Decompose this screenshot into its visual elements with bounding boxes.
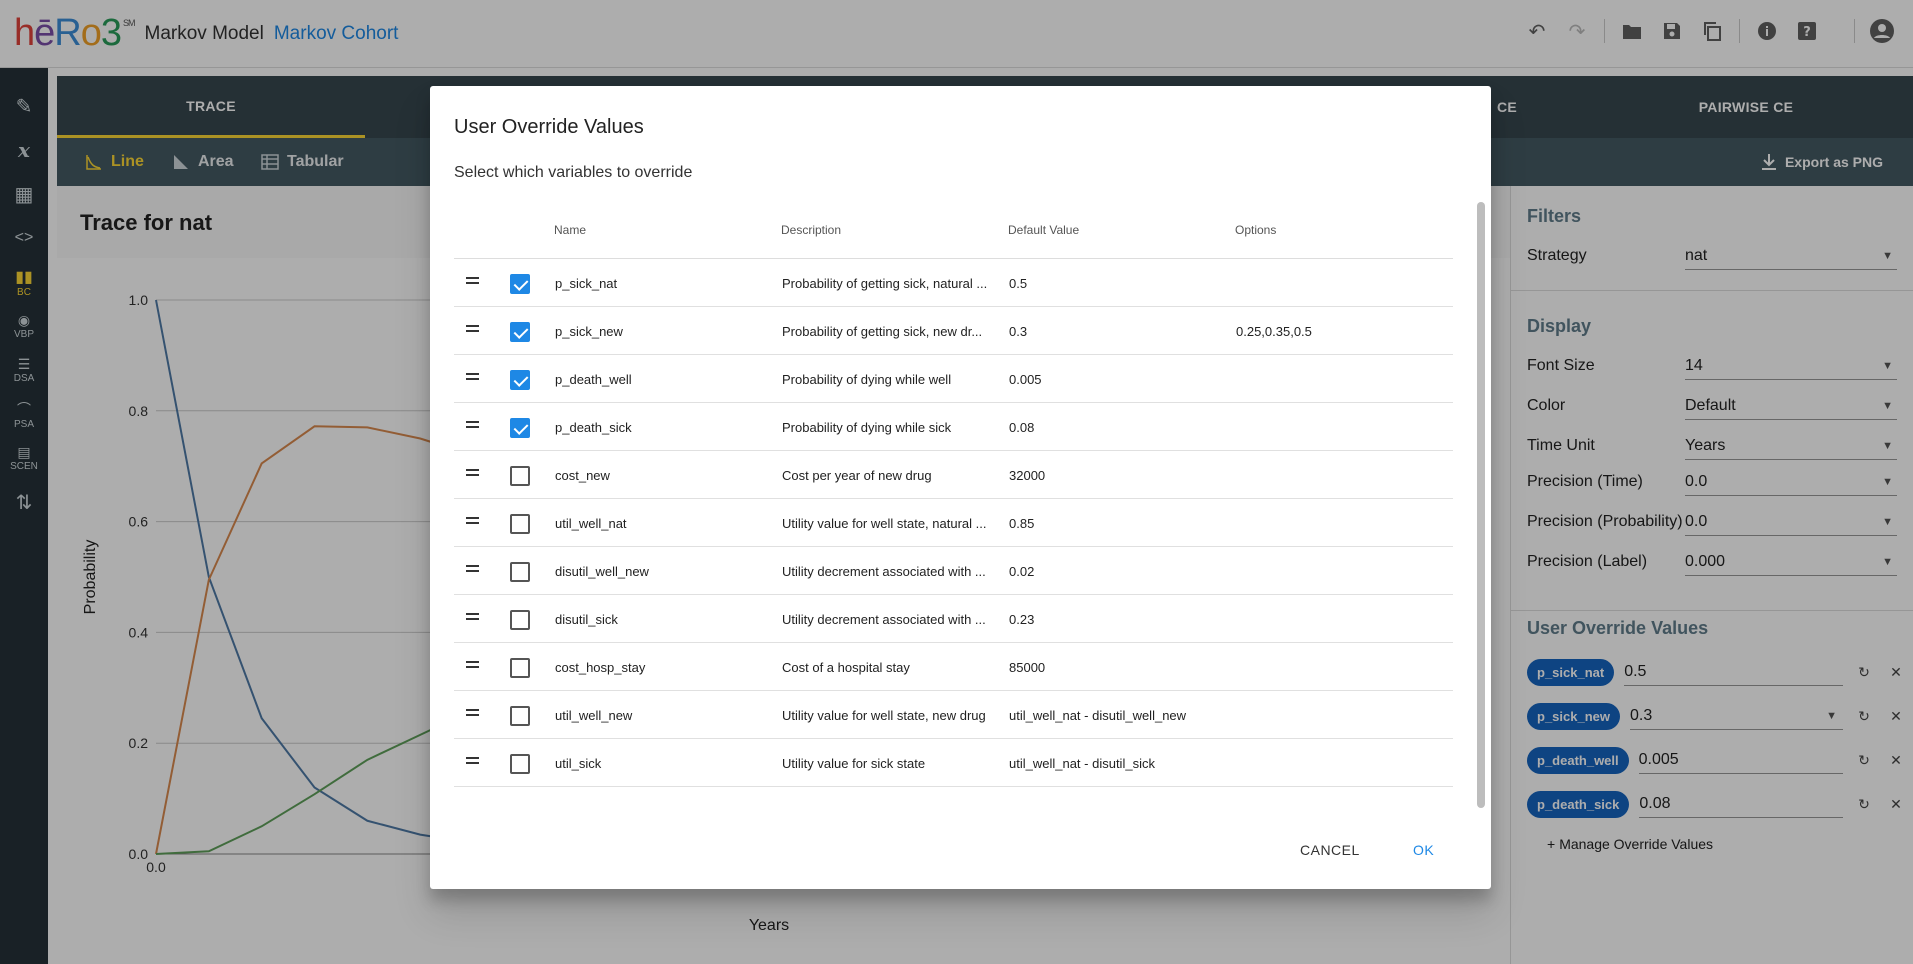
drag-handle-icon[interactable] [466, 369, 480, 385]
variable-name: disutil_sick [555, 611, 618, 627]
variable-name: util_well_new [555, 707, 633, 723]
table-row[interactable]: p_sick_nat Probability of getting sick, n… [454, 259, 1453, 307]
variable-name: cost_new [555, 467, 610, 483]
variable-name: disutil_well_new [555, 563, 649, 579]
table-row[interactable]: p_death_sick Probability of dying while s… [454, 403, 1453, 451]
dialog-subtitle: Select which variables to override [454, 164, 693, 181]
variable-description: Utility value for well state, new drug [782, 707, 986, 723]
row-checkbox[interactable] [510, 466, 530, 486]
variable-options [1236, 739, 1446, 787]
variable-options [1236, 355, 1446, 403]
table-row[interactable]: cost_new Cost per year of new drug 32000 [454, 451, 1453, 499]
variable-name: util_sick [555, 755, 602, 771]
variable-default-value: 0.3 [1009, 323, 1028, 339]
variable-default-value: 0.85 [1009, 515, 1035, 531]
cancel-button[interactable]: CANCEL [1300, 842, 1360, 858]
table-row[interactable]: util_well_new Utility value for well stat… [454, 691, 1453, 739]
variable-name: p_sick_nat [555, 275, 618, 291]
variable-default-value: util_well_nat - disutil_sick [1009, 755, 1155, 771]
variable-options [1236, 451, 1446, 499]
variable-description: Probability of getting sick, natural ... [782, 275, 988, 291]
variable-description: Utility value for well state, natural ..… [782, 515, 987, 531]
row-checkbox[interactable] [510, 274, 530, 294]
variable-default-value: 0.5 [1009, 275, 1028, 291]
row-checkbox[interactable] [510, 514, 530, 534]
variable-default-value: 0.08 [1009, 419, 1035, 435]
variable-options [1236, 259, 1446, 307]
dialog-scrollbar[interactable] [1477, 202, 1485, 808]
variable-name: p_death_sick [555, 419, 632, 435]
variable-description: Probability of dying while sick [782, 419, 952, 435]
variable-description: Utility decrement associated with ... [782, 611, 986, 627]
variable-description: Cost of a hospital stay [782, 659, 910, 675]
drag-handle-icon[interactable] [466, 465, 480, 481]
variable-default-value: 32000 [1009, 467, 1046, 483]
variable-description: Utility decrement associated with ... [782, 563, 986, 579]
table-row[interactable]: util_well_nat Utility value for well stat… [454, 499, 1453, 547]
drag-handle-icon[interactable] [466, 561, 480, 577]
table-row[interactable]: disutil_sick Utility decrement associated… [454, 595, 1453, 643]
column-header-description[interactable]: Description [781, 202, 841, 258]
table-row[interactable]: p_death_well Probability of dying while w… [454, 355, 1453, 403]
row-checkbox[interactable] [510, 562, 530, 582]
variable-default-value: util_well_nat - disutil_well_new [1009, 707, 1187, 723]
drag-handle-icon[interactable] [466, 513, 480, 529]
drag-handle-icon[interactable] [466, 657, 480, 673]
variable-name: cost_hosp_stay [555, 659, 646, 675]
drag-handle-icon[interactable] [466, 753, 480, 769]
variable-options: 0.25,0.35,0.5 [1236, 323, 1312, 339]
drag-handle-icon[interactable] [466, 705, 480, 721]
variable-name: util_well_nat [555, 515, 627, 531]
dialog-title: User Override Values [454, 116, 644, 138]
variable-description: Probability of getting sick, new dr... [782, 323, 983, 339]
table-row[interactable]: disutil_well_new Utility decrement associ… [454, 547, 1453, 595]
override-values-dialog: User Override Values Select which variab… [430, 86, 1491, 889]
variable-options [1236, 403, 1446, 451]
row-checkbox[interactable] [510, 658, 530, 678]
row-checkbox[interactable] [510, 706, 530, 726]
variable-default-value: 0.005 [1009, 371, 1042, 387]
row-checkbox[interactable] [510, 610, 530, 630]
drag-handle-icon[interactable] [466, 273, 480, 289]
column-header-name[interactable]: Name [554, 202, 586, 258]
variable-options [1236, 547, 1446, 595]
variable-name: p_sick_new [555, 323, 623, 339]
row-checkbox[interactable] [510, 322, 530, 342]
variable-default-value: 0.02 [1009, 563, 1035, 579]
drag-handle-icon[interactable] [466, 609, 480, 625]
drag-handle-icon[interactable] [466, 321, 480, 337]
variable-description: Cost per year of new drug [782, 467, 932, 483]
variable-name: p_death_well [555, 371, 632, 387]
variable-options [1236, 499, 1446, 547]
column-header-options[interactable]: Options [1235, 202, 1276, 258]
variable-description: Utility value for sick state [782, 755, 926, 771]
column-header-default[interactable]: Default Value [1008, 202, 1079, 258]
variable-options [1236, 643, 1446, 691]
variable-default-value: 85000 [1009, 659, 1046, 675]
table-row[interactable]: cost_hosp_stay Cost of a hospital stay 850… [454, 643, 1453, 691]
table-row[interactable]: p_sick_new Probability of getting sick, n… [454, 307, 1453, 355]
table-row[interactable]: util_sick Utility value for sick state uti… [454, 739, 1453, 787]
row-checkbox[interactable] [510, 754, 530, 774]
ok-button[interactable]: OK [1413, 842, 1434, 858]
variable-options [1236, 691, 1446, 739]
variable-options [1236, 595, 1446, 643]
drag-handle-icon[interactable] [466, 417, 480, 433]
row-checkbox[interactable] [510, 418, 530, 438]
row-checkbox[interactable] [510, 370, 530, 390]
variable-description: Probability of dying while well [782, 371, 952, 387]
variable-default-value: 0.23 [1009, 611, 1035, 627]
